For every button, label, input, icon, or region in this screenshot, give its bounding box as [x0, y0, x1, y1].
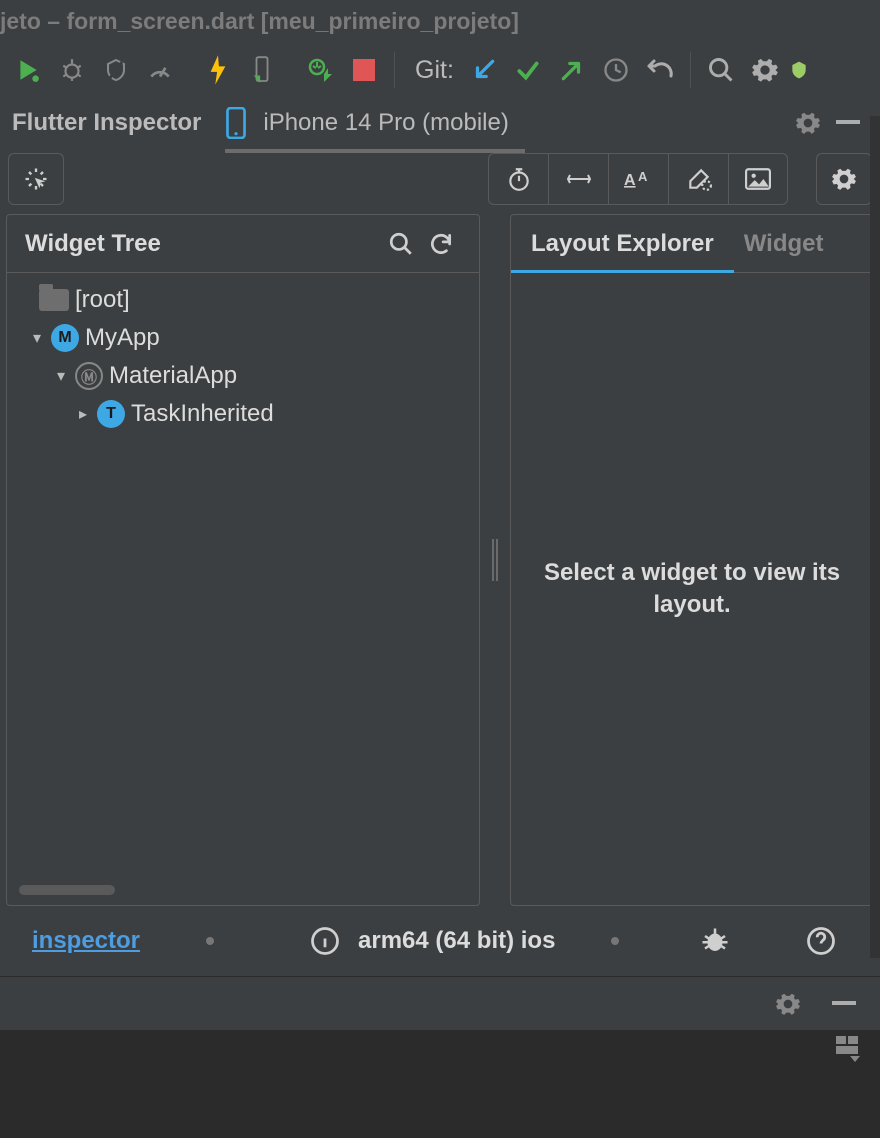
- git-label: Git:: [415, 56, 454, 85]
- chevron-right-icon[interactable]: ▸: [75, 404, 91, 424]
- flutter-inspector-tab-label: Flutter Inspector: [12, 109, 201, 137]
- tree-title: Widget Tree: [25, 230, 161, 258]
- inspector-settings-button[interactable]: [816, 153, 872, 205]
- horizontal-scrollbar[interactable]: [19, 885, 115, 895]
- status-bar: inspector arm64 (64 bit) ios: [0, 906, 880, 976]
- material-icon: Ⓜ: [75, 362, 103, 390]
- debug-button[interactable]: [52, 50, 92, 90]
- tree-node-myapp[interactable]: ▾ M MyApp: [13, 319, 473, 357]
- tree-node-root[interactable]: [root]: [13, 281, 473, 319]
- ide-status-bar: [0, 1030, 880, 1070]
- empty-state-text: Select a widget to view its layout.: [531, 557, 853, 622]
- svg-text:A: A: [638, 169, 648, 184]
- chevron-down-icon[interactable]: ▾: [53, 366, 69, 386]
- settings-button[interactable]: [745, 50, 785, 90]
- highlight-repaints-button[interactable]: [668, 153, 728, 205]
- flutter-inspector-tab[interactable]: Flutter Inspector: [12, 109, 201, 137]
- tree-node-label: MaterialApp: [109, 362, 237, 390]
- show-guidelines-button[interactable]: [548, 153, 608, 205]
- layout-explorer-body: Select a widget to view its layout.: [511, 273, 873, 905]
- window-title-text: jeto – form_screen.dart [meu_primeiro_pr…: [0, 8, 519, 35]
- arch-text: arm64 (64 bit) ios: [358, 927, 555, 955]
- search-button[interactable]: [701, 50, 741, 90]
- tab-layout-explorer[interactable]: Layout Explorer: [531, 230, 714, 272]
- inspector-link[interactable]: inspector: [32, 927, 140, 955]
- hot-reload-button[interactable]: [198, 50, 238, 90]
- device-tab-label: iPhone 14 Pro (mobile): [247, 101, 524, 145]
- tab-label: Layout Explorer: [531, 230, 714, 257]
- tree-refresh-button[interactable]: [421, 224, 461, 264]
- help-icon[interactable]: [806, 926, 836, 956]
- inspector-toolbar: AA: [0, 148, 880, 210]
- coverage-button[interactable]: [96, 50, 136, 90]
- tree-node-label: MyApp: [85, 324, 160, 352]
- separator: [394, 52, 395, 88]
- git-pull-button[interactable]: [464, 50, 504, 90]
- layout-explorer-panel: Layout Explorer Widget Select a widget t…: [510, 214, 874, 906]
- git-history-button[interactable]: [596, 50, 636, 90]
- tree-body[interactable]: [root] ▾ M MyApp ▾ Ⓜ MaterialApp ▸ T Tas…: [7, 273, 479, 905]
- phone-icon: [225, 107, 247, 139]
- svg-text:A: A: [624, 172, 636, 189]
- tree-search-button[interactable]: [381, 224, 421, 264]
- minimize-panel-button[interactable]: [828, 103, 868, 143]
- right-tabs: Layout Explorer Widget: [511, 215, 873, 273]
- bottom-settings-button[interactable]: [768, 984, 808, 1024]
- widget-m-icon: M: [51, 324, 79, 352]
- inspector-panel-header: Flutter Inspector iPhone 14 Pro (mobile): [0, 98, 880, 148]
- inspector-main: Widget Tree [root] ▾ M MyApp ▾ Ⓜ: [0, 210, 880, 906]
- stop-button[interactable]: [344, 50, 384, 90]
- widget-t-icon: T: [97, 400, 125, 428]
- separator: [690, 52, 691, 88]
- status-dot: [611, 937, 619, 945]
- tree-node-materialapp[interactable]: ▾ Ⓜ MaterialApp: [13, 357, 473, 395]
- chevron-down-icon[interactable]: ▾: [29, 328, 45, 348]
- tab-label: Widget: [744, 230, 824, 257]
- profile-button[interactable]: [140, 50, 180, 90]
- bottom-bar: [0, 976, 880, 1030]
- window-title: jeto – form_screen.dart [meu_primeiro_pr…: [0, 0, 880, 42]
- tree-header: Widget Tree: [7, 215, 479, 273]
- git-commit-button[interactable]: [508, 50, 548, 90]
- highlight-images-button[interactable]: [728, 153, 788, 205]
- widget-tree-panel: Widget Tree [root] ▾ M MyApp ▾ Ⓜ: [6, 214, 480, 906]
- panel-settings-button[interactable]: [788, 103, 828, 143]
- splitter-handle-icon: [492, 539, 498, 581]
- layout-switcher-icon[interactable]: [836, 1036, 860, 1064]
- bug-icon[interactable]: [700, 926, 730, 956]
- slow-animations-button[interactable]: [488, 153, 548, 205]
- tab-widget-details[interactable]: Widget: [744, 230, 824, 272]
- info-icon[interactable]: [310, 926, 340, 956]
- right-gutter: [870, 116, 880, 958]
- bottom-hide-button[interactable]: [824, 984, 864, 1024]
- device-tab[interactable]: iPhone 14 Pro (mobile): [225, 101, 524, 145]
- tree-node-label: [root]: [75, 286, 130, 314]
- splitter[interactable]: [486, 214, 504, 906]
- show-baselines-button[interactable]: AA: [608, 153, 668, 205]
- git-push-button[interactable]: [552, 50, 592, 90]
- select-widget-mode-button[interactable]: [8, 153, 64, 205]
- run-button[interactable]: [8, 50, 48, 90]
- plugin-icon[interactable]: [789, 50, 809, 90]
- debug-toggle-group: AA: [488, 153, 788, 205]
- folder-icon: [39, 289, 69, 311]
- tree-node-label: TaskInherited: [131, 400, 274, 428]
- attach-debugger-button[interactable]: [300, 50, 340, 90]
- hot-restart-button[interactable]: [242, 50, 282, 90]
- status-dot: [206, 937, 214, 945]
- undo-button[interactable]: [640, 50, 680, 90]
- tree-node-taskinherited[interactable]: ▸ T TaskInherited: [13, 395, 473, 433]
- main-toolbar: Git:: [0, 42, 880, 98]
